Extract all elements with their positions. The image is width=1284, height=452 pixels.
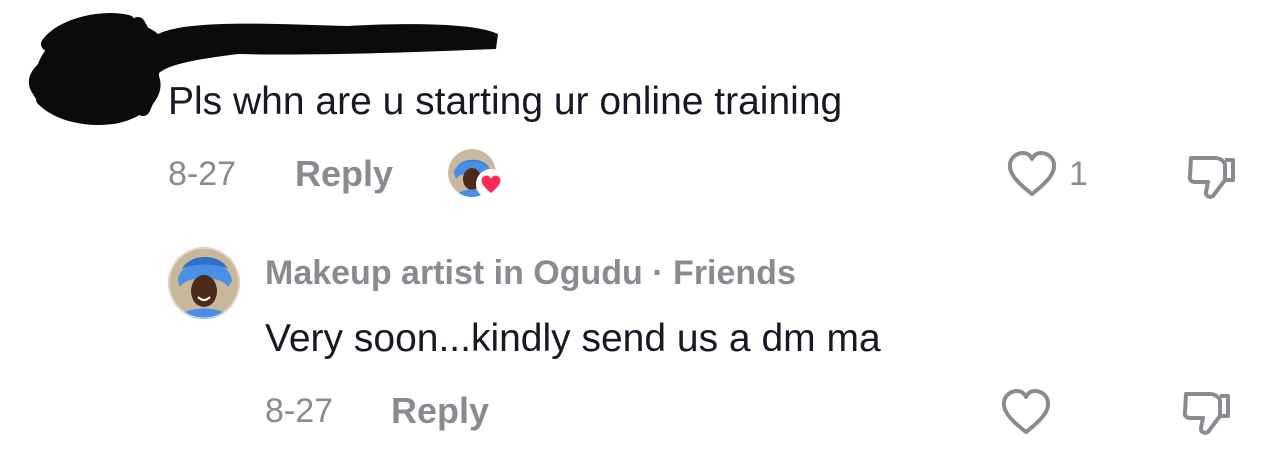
thumbs-down-icon[interactable]	[1185, 150, 1237, 202]
comment-text: Pls whn are u starting ur online trainin…	[168, 80, 843, 123]
reply-button[interactable]: Reply	[295, 154, 393, 194]
red-heart-icon	[476, 169, 506, 199]
relation-label: Friends	[673, 254, 796, 292]
like-count: 1	[1069, 155, 1088, 193]
thumbs-down-icon[interactable]	[1180, 386, 1232, 438]
heart-outline-icon[interactable]	[1000, 388, 1052, 436]
creator-liked-badge	[448, 149, 508, 201]
username[interactable]: Makeup artist in Ogudu	[265, 254, 643, 292]
heart-outline-icon[interactable]	[1006, 150, 1058, 198]
separator-dot: ·	[652, 254, 664, 292]
username-row: Makeup artist in Ogudu · Friends	[265, 253, 796, 293]
comment-text: Very soon...kindly send us a dm ma	[265, 317, 881, 360]
comment-date: 8-27	[168, 155, 237, 193]
comment-date: 8-27	[265, 392, 334, 430]
avatar[interactable]	[168, 247, 240, 319]
reply-button[interactable]: Reply	[391, 391, 489, 431]
